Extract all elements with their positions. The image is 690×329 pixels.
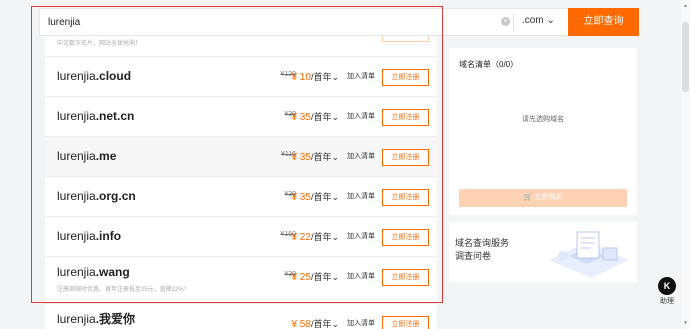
- scroll-up-icon[interactable]: ▲: [683, 3, 688, 9]
- chevron-down-icon: ⌄: [546, 15, 555, 26]
- domain-name: lurenjia.wang: [57, 265, 130, 279]
- cart-icon: 🛒: [523, 194, 533, 201]
- cart-title: 域名清单（0/0）: [459, 60, 519, 69]
- domain-name: lurenjia.我爱你: [57, 312, 136, 326]
- register-button[interactable]: 立即注册: [382, 189, 429, 206]
- list-item: lurenjia.cloud ¥129 ¥ 10/首年⌄ 加入清单 立即注册: [45, 56, 437, 97]
- search-bar: × .com ⌄ 立即查询: [39, 8, 639, 36]
- tld-value: .com: [522, 15, 544, 26]
- tld-select[interactable]: .com ⌄: [522, 15, 555, 26]
- survey-line-1: 域名查询服务: [455, 238, 510, 248]
- domain-result-list: 中文数字名片，网站全球抢购！ lurenjia.cloud ¥129 ¥ 10/…: [45, 36, 437, 329]
- assistant-label: 助理: [660, 298, 674, 305]
- survey-text: 域名查询服务 调查问卷: [455, 237, 509, 263]
- add-to-cart-link[interactable]: 加入清单: [347, 318, 375, 328]
- list-item: lurenjia.me ¥116 ¥ 35/首年⌄ 加入清单 立即注册: [45, 136, 437, 177]
- cart-empty-text: 请先选购域名: [522, 116, 564, 123]
- register-button[interactable]: 立即注册: [382, 149, 429, 166]
- chevron-down-icon: ⌄: [331, 192, 339, 202]
- register-button[interactable]: [382, 36, 429, 42]
- list-item: lurenjia.info ¥160 ¥ 22/首年⌄ 加入清单 立即注册: [45, 216, 437, 257]
- divider: [513, 13, 514, 31]
- add-to-cart-link[interactable]: 加入清单: [347, 191, 375, 201]
- chevron-down-icon: ⌄: [331, 112, 339, 122]
- list-item: lurenjia.org.cn ¥39 ¥ 35/首年⌄ 加入清单 立即注册: [45, 176, 437, 217]
- assistant-icon[interactable]: K: [658, 277, 676, 295]
- survey-banner[interactable]: 域名查询服务 调查问卷: [449, 222, 637, 282]
- add-to-cart-link[interactable]: 加入清单: [347, 271, 375, 281]
- chevron-down-icon: ⌄: [331, 232, 339, 242]
- add-to-cart-link[interactable]: 加入清单: [347, 231, 375, 241]
- price: ¥ 35/首年⌄: [291, 152, 339, 163]
- register-button[interactable]: 立即注册: [382, 109, 429, 126]
- scrollbar[interactable]: ▲ ▼: [681, 0, 690, 329]
- domain-name: lurenjia.net.cn: [57, 109, 135, 123]
- chevron-down-icon: ⌄: [331, 319, 339, 329]
- price: ¥ 35/首年⌄: [291, 192, 339, 203]
- register-button[interactable]: 立即注册: [382, 229, 429, 246]
- price: ¥ 58/首年⌄: [291, 319, 339, 329]
- register-button[interactable]: 立即注册: [382, 269, 429, 286]
- search-input[interactable]: [46, 13, 490, 31]
- register-button[interactable]: 立即注册: [382, 316, 429, 329]
- promo-note: 注册局限时优惠，首年注册低至25元，直降22%！: [57, 287, 190, 293]
- price: ¥ 22/首年⌄: [291, 232, 339, 243]
- list-item-note: 中文数字名片，网站全球抢购！: [57, 41, 142, 47]
- price: ¥ 35/首年⌄: [291, 112, 339, 123]
- scrollbar-thumb[interactable]: [682, 22, 689, 92]
- add-to-cart-link[interactable]: 加入清单: [347, 151, 375, 161]
- chevron-down-icon: ⌄: [331, 72, 339, 82]
- buy-now-button[interactable]: 🛒 立即购买: [459, 189, 627, 207]
- assistant-float[interactable]: K 助理: [656, 275, 678, 319]
- domain-name: lurenjia.cloud: [57, 69, 132, 83]
- chevron-down-icon: ⌄: [331, 152, 339, 162]
- chevron-down-icon: ⌄: [331, 272, 339, 282]
- price: ¥ 25/首年⌄: [291, 272, 339, 283]
- survey-line-2: 调查问卷: [455, 251, 492, 261]
- scroll-down-icon[interactable]: ▼: [683, 320, 688, 326]
- list-item: lurenjia.wang 注册局限时优惠，首年注册低至25元，直降22%！ ¥…: [45, 256, 437, 297]
- add-to-cart-link[interactable]: 加入清单: [347, 111, 375, 121]
- domain-name: lurenjia.org.cn: [57, 189, 136, 203]
- register-button[interactable]: 立即注册: [382, 69, 429, 86]
- survey-illustration: [549, 231, 629, 278]
- list-item: lurenjia.我爱你 ¥ 58/首年⌄ 加入清单 立即注册: [45, 303, 437, 329]
- price: ¥ 10/首年⌄: [291, 72, 339, 83]
- domain-cart-panel: 域名清单（0/0） 请先选购域名 🛒 立即购买: [449, 48, 637, 215]
- domain-name: lurenjia.info: [57, 229, 122, 243]
- buy-now-label: 立即购买: [534, 194, 563, 201]
- list-item: lurenjia.net.cn ¥39 ¥ 35/首年⌄ 加入清单 立即注册: [45, 96, 437, 137]
- domain-name: lurenjia.me: [57, 149, 117, 163]
- search-button[interactable]: 立即查询: [568, 8, 639, 36]
- clear-icon[interactable]: ×: [501, 17, 510, 26]
- add-to-cart-link[interactable]: 加入清单: [347, 71, 375, 81]
